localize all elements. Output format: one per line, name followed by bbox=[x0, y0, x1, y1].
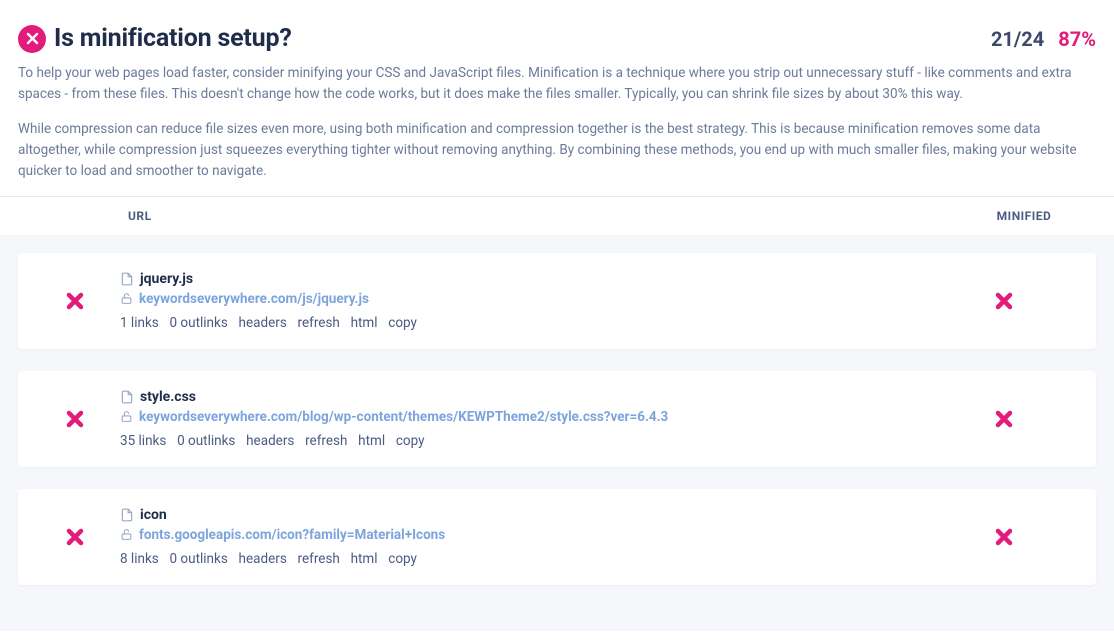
status-fail-icon bbox=[18, 25, 46, 53]
html-link[interactable]: html bbox=[351, 315, 378, 331]
outlinks-count: 0 outlinks bbox=[170, 315, 228, 331]
row-status-fail-icon bbox=[30, 409, 120, 429]
resource-url-link[interactable]: fonts.googleapis.com/icon?family=Materia… bbox=[139, 527, 445, 543]
score: 21/24 87% bbox=[991, 27, 1096, 51]
headers-link[interactable]: headers bbox=[239, 315, 287, 331]
refresh-link[interactable]: refresh bbox=[305, 433, 347, 449]
score-percent: 87% bbox=[1058, 27, 1096, 51]
description-2: While compression can reduce file sizes … bbox=[18, 119, 1096, 182]
page-title: Is minification setup? bbox=[54, 24, 292, 53]
copy-link[interactable]: copy bbox=[388, 551, 417, 567]
lock-open-icon bbox=[120, 410, 133, 423]
filename: icon bbox=[140, 507, 167, 523]
table-header: URL MINIFIED bbox=[0, 197, 1114, 235]
lock-open-icon bbox=[120, 528, 133, 541]
refresh-link[interactable]: refresh bbox=[298, 315, 340, 331]
copy-link[interactable]: copy bbox=[396, 433, 425, 449]
meta-line: 8 links 0 outlinks headers refresh html … bbox=[120, 551, 924, 567]
html-link[interactable]: html bbox=[358, 433, 385, 449]
headers-link[interactable]: headers bbox=[246, 433, 294, 449]
minified-status-fail-icon bbox=[924, 409, 1084, 429]
table-row: jquery.js keywordseverywhere.com/js/jque… bbox=[18, 253, 1096, 349]
file-icon bbox=[120, 390, 134, 404]
table-row: icon fonts.googleapis.com/icon?family=Ma… bbox=[18, 489, 1096, 585]
refresh-link[interactable]: refresh bbox=[298, 551, 340, 567]
row-status-fail-icon bbox=[30, 291, 120, 311]
page-header: Is minification setup? 21/24 87% To help… bbox=[0, 0, 1114, 197]
meta-line: 1 links 0 outlinks headers refresh html … bbox=[120, 315, 924, 331]
description-1: To help your web pages load faster, cons… bbox=[18, 63, 1096, 105]
lock-open-icon bbox=[120, 292, 133, 305]
table-row: style.css keywordseverywhere.com/blog/wp… bbox=[18, 371, 1096, 467]
minified-status-fail-icon bbox=[924, 527, 1084, 547]
file-icon bbox=[120, 508, 134, 522]
file-icon bbox=[120, 272, 134, 286]
headers-link[interactable]: headers bbox=[239, 551, 287, 567]
html-link[interactable]: html bbox=[351, 551, 378, 567]
outlinks-count: 0 outlinks bbox=[177, 433, 235, 449]
links-count: 8 links bbox=[120, 551, 159, 567]
resource-url-link[interactable]: keywordseverywhere.com/blog/wp-content/t… bbox=[139, 409, 668, 425]
results-list: jquery.js keywordseverywhere.com/js/jque… bbox=[0, 235, 1114, 631]
score-count: 21/24 bbox=[991, 27, 1044, 51]
row-status-fail-icon bbox=[30, 527, 120, 547]
column-url: URL bbox=[0, 209, 934, 223]
links-count: 35 links bbox=[120, 433, 166, 449]
filename: jquery.js bbox=[140, 271, 193, 287]
filename: style.css bbox=[140, 389, 196, 405]
copy-link[interactable]: copy bbox=[388, 315, 417, 331]
outlinks-count: 0 outlinks bbox=[170, 551, 228, 567]
minified-status-fail-icon bbox=[924, 291, 1084, 311]
meta-line: 35 links 0 outlinks headers refresh html… bbox=[120, 433, 924, 449]
column-minified: MINIFIED bbox=[934, 209, 1114, 223]
links-count: 1 links bbox=[120, 315, 159, 331]
resource-url-link[interactable]: keywordseverywhere.com/js/jquery.js bbox=[139, 291, 369, 307]
